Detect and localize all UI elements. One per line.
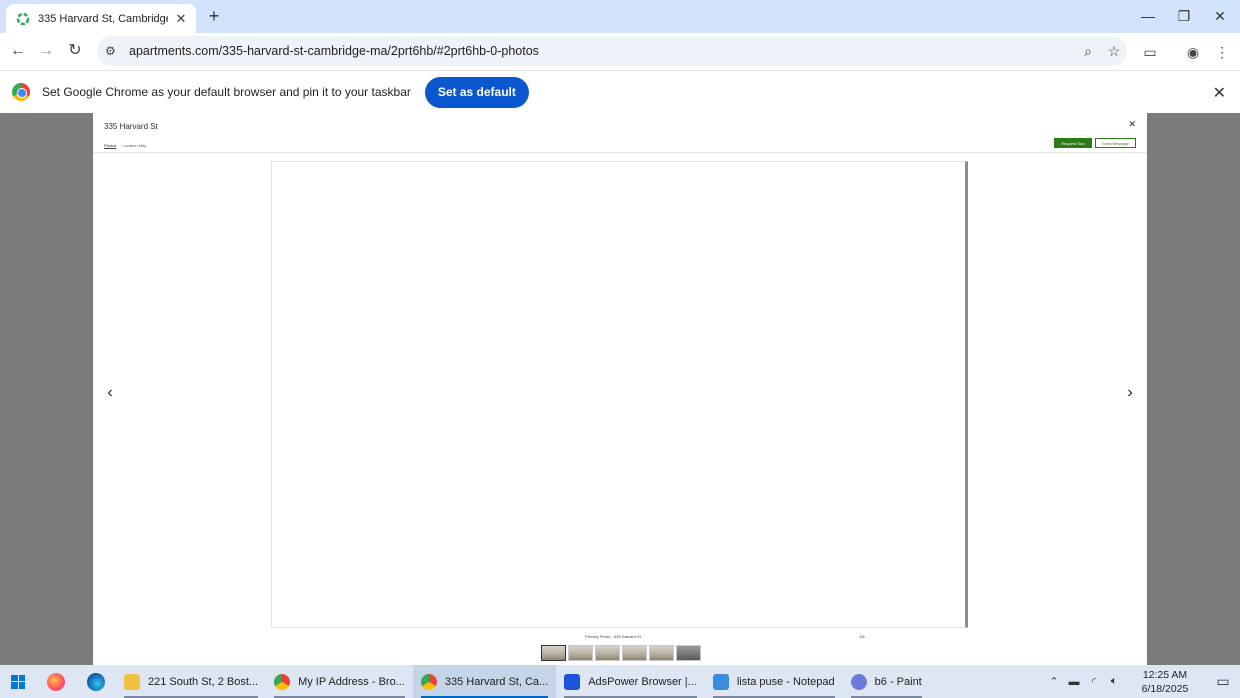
loading-spinner-icon (16, 12, 30, 25)
notification-icon[interactable]: ▭ (1206, 673, 1240, 690)
thumbnail[interactable] (622, 645, 647, 661)
tab-title: 335 Harvard St, Cambridge, MA (38, 12, 168, 25)
firefox-icon (47, 672, 65, 691)
forward-icon[interactable]: → (36, 41, 56, 61)
paint-icon (850, 673, 867, 690)
taskbar-app-label: lista puse - Notepad (736, 675, 835, 688)
page-viewport: 335 Harvard St ✕ Photos Location Map Req… (0, 113, 1240, 665)
chevron-up-icon[interactable]: ⌃ (1044, 675, 1064, 688)
back-icon[interactable]: ← (8, 41, 28, 61)
previous-photo-icon[interactable]: ‹ (102, 385, 118, 401)
clock-time: 12:25 AM (1142, 668, 1188, 681)
adspower-icon (564, 673, 581, 690)
tab-close-icon[interactable]: ✕ (174, 11, 188, 27)
browser-toolbar: ← → ↻ ⚙ apartments.com/335-harvard-st-ca… (0, 33, 1240, 70)
thumbnail[interactable] (676, 645, 701, 661)
thumbnail-strip (541, 645, 701, 661)
battery-icon[interactable]: ▬ (1064, 676, 1084, 688)
gallery-tabs: Photos Location Map (104, 143, 146, 149)
zoom-icon[interactable]: ⌕ (1075, 43, 1101, 60)
volume-icon[interactable]: 🔈︎ (1104, 675, 1124, 688)
photo-gallery-modal: 335 Harvard St ✕ Photos Location Map Req… (93, 113, 1147, 665)
chrome-icon (420, 673, 437, 690)
next-photo-icon[interactable]: › (1122, 385, 1138, 401)
tab-location-map[interactable]: Location Map (122, 143, 146, 149)
taskbar-app[interactable]: AdsPower Browser |... (556, 665, 705, 698)
taskbar-app[interactable]: My IP Address - Bro... (266, 665, 413, 698)
profile-icon[interactable]: ◉ (1183, 42, 1203, 62)
taskbar-app-label: 221 South St, 2 Bost... (148, 675, 259, 688)
file-explorer-icon (124, 673, 140, 690)
taskbar-app[interactable]: 221 South St, 2 Bost... (116, 665, 266, 698)
taskbar-app[interactable]: lista puse - Notepad (705, 665, 843, 698)
default-browser-infobar: Set Google Chrome as your default browse… (0, 70, 1240, 113)
browser-tab-strip: 335 Harvard St, Cambridge, MA ✕ + — ❐ ✕ (0, 0, 1240, 33)
photo-counter: 1/6 (859, 634, 865, 639)
chrome-icon (274, 673, 291, 690)
windows-logo-icon (11, 674, 25, 689)
edge-icon (87, 672, 105, 691)
taskbar-app[interactable]: 335 Harvard St, Ca... (412, 665, 557, 698)
taskbar-app[interactable]: b6 - Paint (843, 665, 930, 698)
thumbnail[interactable] (568, 645, 593, 661)
site-info-icon[interactable]: ⚙ (105, 44, 119, 58)
photo-caption: Primary Photo - 335 Harvard St (585, 634, 641, 639)
infobar-close-icon[interactable]: ✕ (1213, 83, 1226, 103)
wifi-icon[interactable]: ◜ (1084, 675, 1104, 688)
bookmark-star-icon[interactable]: ☆ (1101, 43, 1127, 60)
url-text[interactable]: apartments.com/335-harvard-st-cambridge-… (129, 44, 1075, 58)
new-tab-button[interactable]: + (204, 6, 224, 26)
infobar-message: Set Google Chrome as your default browse… (42, 85, 411, 99)
menu-kebab-icon[interactable]: ⋮ (1212, 42, 1232, 62)
taskbar-app-label: 335 Harvard St, Ca... (444, 675, 549, 688)
send-message-button[interactable]: Send Message (1095, 138, 1136, 148)
window-close-icon[interactable]: ✕ (1210, 6, 1230, 26)
primary-photo (271, 161, 968, 628)
browser-tab-active[interactable]: 335 Harvard St, Cambridge, MA ✕ (6, 4, 196, 33)
reload-icon[interactable]: ↻ (65, 41, 85, 61)
tab-photos[interactable]: Photos (104, 143, 117, 149)
notepad-icon (712, 673, 729, 690)
thumbnail[interactable] (541, 645, 566, 661)
clock[interactable]: 12:25 AM 6/18/2025 (1124, 668, 1206, 696)
edge-pinned[interactable] (76, 665, 116, 698)
minimize-icon[interactable]: — (1138, 6, 1158, 26)
address-bar[interactable]: ⚙ apartments.com/335-harvard-st-cambridg… (97, 36, 1127, 66)
taskbar-app-label: b6 - Paint (874, 675, 922, 688)
set-as-default-button[interactable]: Set as default (424, 76, 529, 108)
start-button[interactable] (0, 665, 36, 698)
taskbar-app-label: AdsPower Browser |... (588, 675, 697, 688)
firefox-pinned[interactable] (36, 665, 76, 698)
clock-date: 6/18/2025 (1141, 682, 1189, 695)
thumbnail[interactable] (595, 645, 620, 661)
windows-taskbar: 221 South St, 2 Bost... My IP Address - … (0, 665, 1240, 698)
chrome-logo-icon (12, 83, 30, 101)
thumbnail[interactable] (649, 645, 674, 661)
taskbar-app-label: My IP Address - Bro... (298, 675, 405, 688)
cast-media-icon[interactable]: ▭ (1140, 42, 1160, 62)
gallery-close-icon[interactable]: ✕ (1128, 119, 1136, 130)
header-divider (93, 152, 1147, 153)
system-tray: ⌃ ▬ ◜ 🔈︎ 12:25 AM 6/18/2025 ▭ (1044, 665, 1240, 698)
property-address: 335 Harvard St (104, 122, 158, 131)
request-tour-button[interactable]: Request Tour (1054, 138, 1092, 148)
restore-icon[interactable]: ❐ (1174, 6, 1194, 26)
